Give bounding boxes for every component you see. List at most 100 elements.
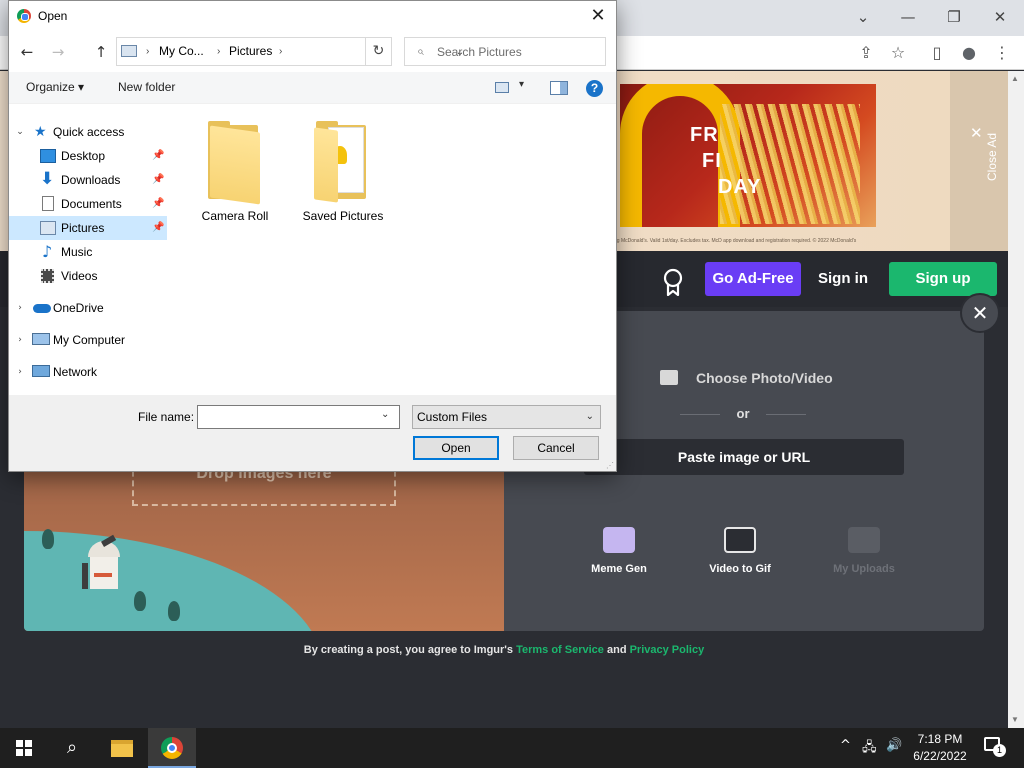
back-arrow-icon[interactable]: ←	[17, 42, 37, 62]
award-ribbon-icon[interactable]	[662, 268, 684, 296]
up-arrow-icon[interactable]: ↑	[91, 42, 111, 62]
nav-item-quick-access[interactable]: ⌄ ★ Quick access	[9, 120, 167, 144]
dialog-close-button[interactable]: ✕	[584, 3, 612, 29]
folder-camera-roll[interactable]: Camera Roll	[185, 117, 285, 223]
tree-illustration	[134, 591, 146, 611]
resize-grip-icon[interactable]: ⋰	[606, 461, 614, 470]
clock[interactable]: 7:18 PM 6/22/2022	[908, 731, 972, 765]
nav-item-videos[interactable]: Videos	[9, 264, 167, 288]
close-ad-strip[interactable]	[950, 71, 1008, 251]
video-camera-icon	[724, 527, 756, 553]
scroll-down-arrow-icon[interactable]: ▼	[1011, 715, 1019, 724]
choose-photo-video-button[interactable]: Choose Photo/Video	[660, 368, 833, 388]
chevron-right-icon[interactable]: ›	[15, 360, 25, 384]
refresh-icon[interactable]: ↻	[366, 37, 392, 66]
close-ad-label[interactable]: Close Ad	[985, 127, 999, 187]
dialog-title-bar[interactable]: Open ✕	[9, 1, 616, 32]
search-box[interactable]: ⌕	[404, 37, 606, 66]
breadcrumb-pictures[interactable]: Pictures	[229, 38, 272, 65]
folder-name: Camera Roll	[201, 209, 269, 223]
minimize-button[interactable]: —	[885, 4, 931, 30]
file-name-combobox[interactable]: ⌄	[197, 405, 400, 429]
bookmark-star-icon[interactable]: ☆	[886, 41, 910, 65]
page-scrollbar[interactable]	[1008, 71, 1024, 728]
taskbar-search-icon[interactable]: ⌕	[48, 728, 96, 768]
document-icon	[42, 196, 54, 211]
file-type-value: Custom Files	[417, 410, 488, 424]
chevron-right-icon[interactable]: ›	[15, 328, 25, 352]
scroll-up-arrow-icon[interactable]: ▲	[1011, 74, 1019, 83]
folder-icon	[206, 121, 264, 205]
sign-in-link[interactable]: Sign in	[812, 262, 874, 296]
file-name-dropdown-icon[interactable]: ⌄	[381, 409, 389, 420]
notifications-icon[interactable]: 1	[984, 737, 1006, 757]
go-ad-free-button[interactable]: Go Ad-Free	[705, 262, 801, 296]
chrome-icon	[17, 9, 31, 23]
nav-item-downloads[interactable]: ⬇ Downloads 📌	[9, 168, 167, 192]
nav-item-pictures[interactable]: Pictures 📌	[9, 216, 167, 240]
image-icon	[660, 370, 678, 385]
help-icon[interactable]: ?	[586, 80, 603, 97]
organize-button[interactable]: Organize ▾	[26, 80, 84, 94]
or-divider: or	[680, 406, 806, 421]
my-uploads-tool[interactable]: My Uploads	[809, 527, 919, 575]
open-file-dialog: Open ✕ ← → ↑ › My Co... › Pictures › ⌄ ↻…	[8, 0, 617, 472]
notification-count: 1	[993, 744, 1006, 757]
uploads-icon	[848, 527, 880, 553]
clock-date: 6/22/2022	[913, 749, 967, 763]
breadcrumb-my-computer[interactable]: My Co...	[159, 38, 204, 65]
address-bar[interactable]: › My Co... › Pictures › ⌄	[116, 37, 464, 66]
close-ad-icon[interactable]: ✕	[970, 124, 983, 142]
network-icon[interactable]: 🖧	[862, 738, 877, 760]
video-to-gif-tool[interactable]: Video to Gif	[685, 527, 795, 575]
download-arrow-icon: ⬇	[40, 169, 55, 189]
browser-menu-icon[interactable]: ⋮	[990, 41, 1014, 65]
nav-item-music[interactable]: ♪ Music	[9, 240, 167, 264]
file-name-input[interactable]	[201, 408, 377, 426]
search-input[interactable]	[437, 41, 597, 62]
sign-up-button[interactable]: Sign up	[889, 262, 997, 296]
star-icon: ★	[34, 124, 47, 140]
tray-overflow-chevron-icon[interactable]: ^	[840, 738, 851, 753]
change-view-button[interactable]: ▾	[495, 79, 529, 95]
file-explorer-taskbar-icon[interactable]	[98, 728, 146, 768]
new-folder-button[interactable]: New folder	[118, 80, 175, 94]
chevron-down-icon[interactable]: ⌄	[15, 120, 25, 144]
share-icon[interactable]: ⇪	[854, 41, 878, 65]
side-panel-icon[interactable]: ▯	[925, 41, 949, 65]
pictures-icon	[40, 221, 56, 235]
nav-item-my-computer[interactable]: › My Computer	[9, 328, 167, 352]
cancel-button[interactable]: Cancel	[513, 436, 599, 460]
view-icon	[495, 82, 509, 93]
ad-image[interactable]: FR FI DAY	[620, 84, 876, 227]
tab-search-button[interactable]: ⌄	[840, 4, 886, 30]
restore-button[interactable]: ❐	[931, 4, 977, 30]
desktop-icon	[40, 149, 56, 163]
nav-item-onedrive[interactable]: › OneDrive	[9, 296, 167, 320]
cloud-icon	[33, 304, 51, 313]
folder-saved-pictures[interactable]: Saved Pictures	[293, 117, 393, 223]
chrome-taskbar-icon[interactable]	[148, 728, 196, 768]
ad-fine-print: ng McDonald's. Valid 1st/day. Excludes t…	[614, 238, 857, 244]
paste-image-url-button[interactable]: Paste image or URL	[584, 439, 904, 475]
file-list: Camera Roll Saved Pictures	[169, 105, 616, 395]
close-upload-button[interactable]: ✕	[960, 293, 1000, 333]
preview-pane-icon[interactable]	[550, 81, 568, 95]
nav-item-desktop[interactable]: Desktop 📌	[9, 144, 167, 168]
volume-icon[interactable]: 🔊	[886, 738, 902, 753]
terms-of-service-link[interactable]: Terms of Service	[516, 644, 604, 656]
open-button[interactable]: Open	[413, 436, 499, 460]
nav-item-documents[interactable]: Documents 📌	[9, 192, 167, 216]
profile-avatar-icon[interactable]: ●	[957, 41, 981, 65]
dialog-navigation-bar: ← → ↑ › My Co... › Pictures › ⌄ ↻ ⌕	[9, 32, 616, 72]
nav-item-network[interactable]: › Network	[9, 360, 167, 384]
dialog-title: Open	[38, 9, 68, 23]
file-name-label: File name:	[138, 410, 195, 424]
windows-start-icon[interactable]	[16, 740, 32, 756]
forward-arrow-icon[interactable]: →	[48, 42, 68, 62]
meme-gen-tool[interactable]: Meme Gen	[564, 527, 674, 575]
file-type-select[interactable]: Custom Files ⌄	[412, 405, 601, 429]
window-close-button[interactable]: ✕	[977, 4, 1023, 30]
chevron-right-icon[interactable]: ›	[15, 296, 25, 320]
privacy-policy-link[interactable]: Privacy Policy	[630, 644, 705, 656]
